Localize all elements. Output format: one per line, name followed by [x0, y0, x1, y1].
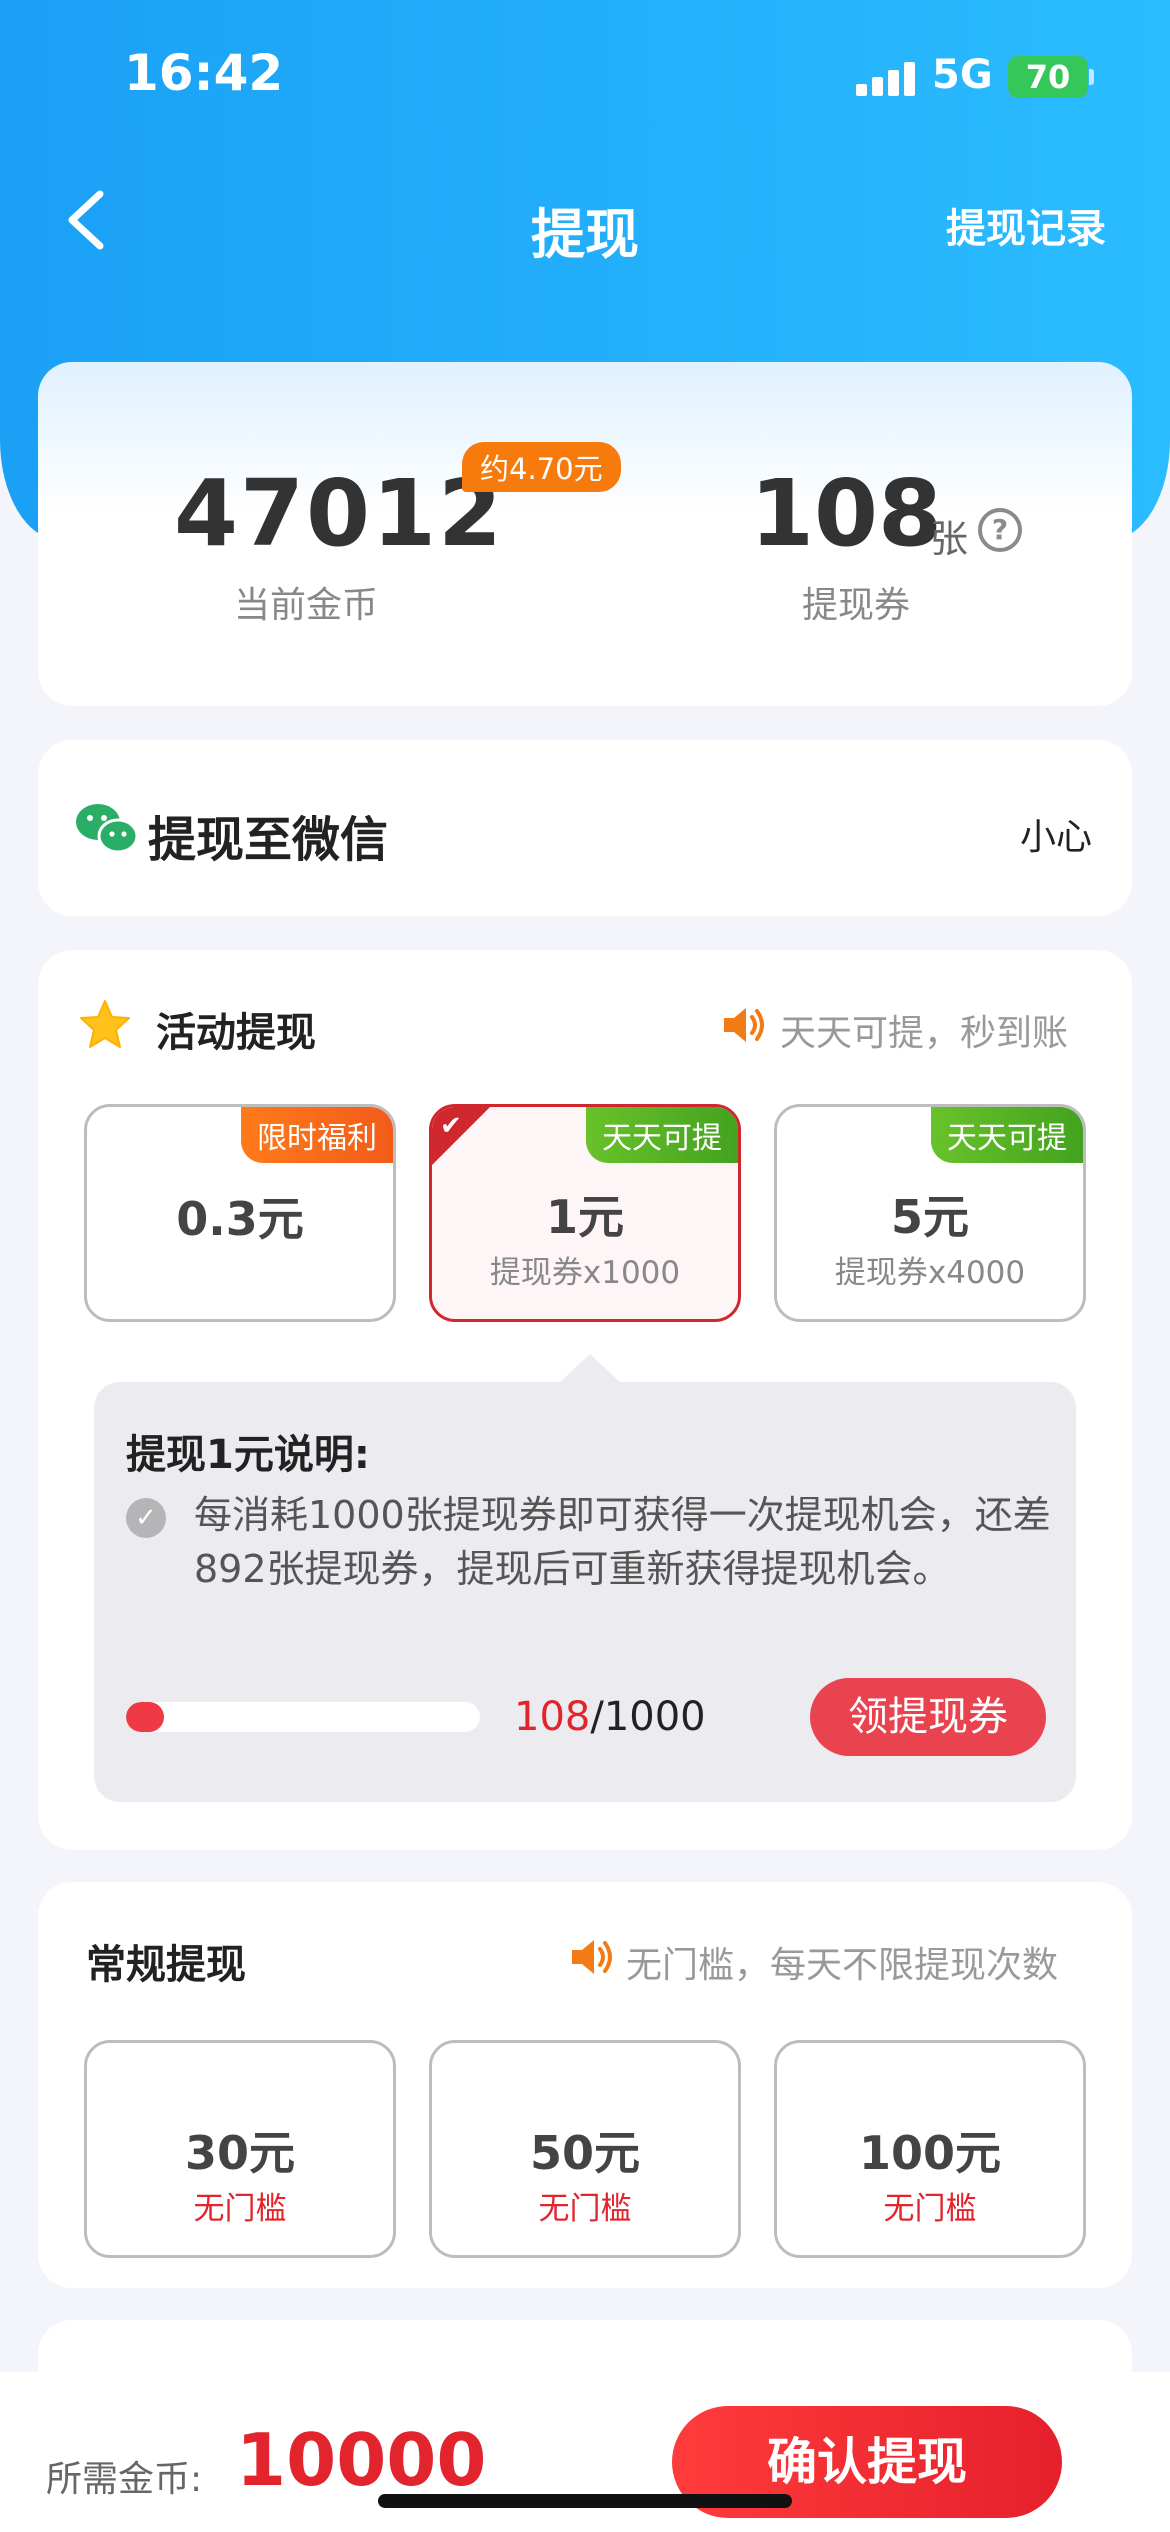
- claim-voucher-button[interactable]: 领提现券: [810, 1678, 1046, 1756]
- progress-text: 108/1000: [514, 1694, 706, 1740]
- option-amount: 30元: [184, 2126, 295, 2180]
- voucher-unit: 张: [930, 517, 969, 561]
- explain-title: 提现1元说明:: [126, 1432, 370, 1478]
- signal-icon: [856, 62, 916, 96]
- option-amount: 100元: [858, 2126, 1002, 2180]
- battery-tip: [1089, 69, 1094, 85]
- option-amount: 0.3元: [176, 1192, 304, 1246]
- speaker-icon: [572, 1940, 612, 1974]
- activity-option-0-3[interactable]: 限时福利 0.3元: [84, 1104, 396, 1322]
- voucher-progress-fill: [126, 1702, 165, 1732]
- activity-option-1[interactable]: ✔ 天天可提 1元 提现券x1000: [429, 1104, 741, 1322]
- regular-hint: 无门槛，每天不限提现次数: [626, 1945, 1059, 1986]
- activity-hint: 天天可提，秒到账: [780, 1013, 1069, 1054]
- regular-option-100[interactable]: 100元 无门槛: [774, 2040, 1086, 2258]
- battery-icon: 70: [1008, 56, 1088, 98]
- voucher-count: 108: [750, 460, 943, 567]
- regular-option-50[interactable]: 50元 无门槛: [429, 2040, 741, 2258]
- speaker-icon: [724, 1008, 764, 1042]
- progress-current: 108: [514, 1694, 591, 1740]
- explain-text: 每消耗1000张提现券即可获得一次提现机会，还差892张提现券，提现后可重新获得…: [194, 1493, 1051, 1591]
- voucher-label: 提现券: [802, 585, 911, 626]
- check-icon: ✔: [440, 1111, 462, 1141]
- activity-title: 活动提现: [156, 1010, 316, 1056]
- home-indicator: [378, 2494, 792, 2508]
- voucher-progress-bar: [126, 1702, 480, 1732]
- option-sub: 无门槛: [193, 2191, 287, 2227]
- option-amount: 5元: [890, 1190, 969, 1244]
- coin-label: 当前金币: [234, 585, 379, 626]
- wechat-icon: [76, 804, 138, 854]
- wechat-destination-card[interactable]: 提现至微信 小心: [38, 740, 1132, 916]
- status-time: 16:42: [124, 44, 284, 102]
- option-amount: 50元: [529, 2126, 640, 2180]
- help-icon[interactable]: ?: [978, 508, 1022, 552]
- option-amount: 1元: [545, 1190, 624, 1244]
- option-tag: 天天可提: [931, 1107, 1083, 1163]
- bottom-bar: 所需金币: 10000 确认提现: [0, 2372, 1170, 2532]
- progress-total: /1000: [590, 1694, 706, 1740]
- check-circle-icon: ✓: [126, 1498, 166, 1538]
- activity-withdraw-card: 活动提现 天天可提，秒到账 限时福利 0.3元 ✔ 天天可提 1元 提现券x10…: [38, 950, 1132, 1850]
- explain-pointer: [558, 1354, 622, 1384]
- status-bar: 16:42 5G 70: [0, 0, 1170, 150]
- network-type: 5G: [932, 52, 993, 98]
- regular-title: 常规提现: [86, 1942, 246, 1988]
- option-sub: 提现券x1000: [489, 1255, 681, 1291]
- battery-level: 70: [1025, 58, 1071, 96]
- option-tag: 天天可提: [586, 1107, 738, 1163]
- option-sub: 提现券x4000: [834, 1255, 1026, 1291]
- regular-option-30[interactable]: 30元 无门槛: [84, 2040, 396, 2258]
- required-coins-label: 所需金币:: [46, 2459, 203, 2500]
- activity-option-5[interactable]: 天天可提 5元 提现券x4000: [774, 1104, 1086, 1322]
- required-coins-value: 10000: [236, 2418, 487, 2502]
- wechat-username: 小心: [1019, 817, 1092, 858]
- coin-balance: 47012: [174, 460, 505, 567]
- option-sub: 无门槛: [883, 2191, 977, 2227]
- wechat-title: 提现至微信: [148, 812, 389, 868]
- regular-withdraw-card: 常规提现 无门槛，每天不限提现次数 30元 无门槛 50元 无门槛 100元 无…: [38, 1882, 1132, 2288]
- star-icon: [80, 1000, 130, 1048]
- coin-value-badge: 约4.70元: [462, 442, 621, 492]
- withdraw-record-link[interactable]: 提现记录: [946, 196, 1106, 254]
- nav-bar: 提现 提现记录: [0, 170, 1170, 270]
- option-tag: 限时福利: [241, 1107, 393, 1163]
- option-sub: 无门槛: [538, 2191, 632, 2227]
- balance-card: 47012 约4.70元 当前金币 108 张 ? 提现券: [38, 362, 1132, 706]
- explain-panel: 提现1元说明: ✓ 每消耗1000张提现券即可获得一次提现机会，还差892张提现…: [94, 1382, 1076, 1802]
